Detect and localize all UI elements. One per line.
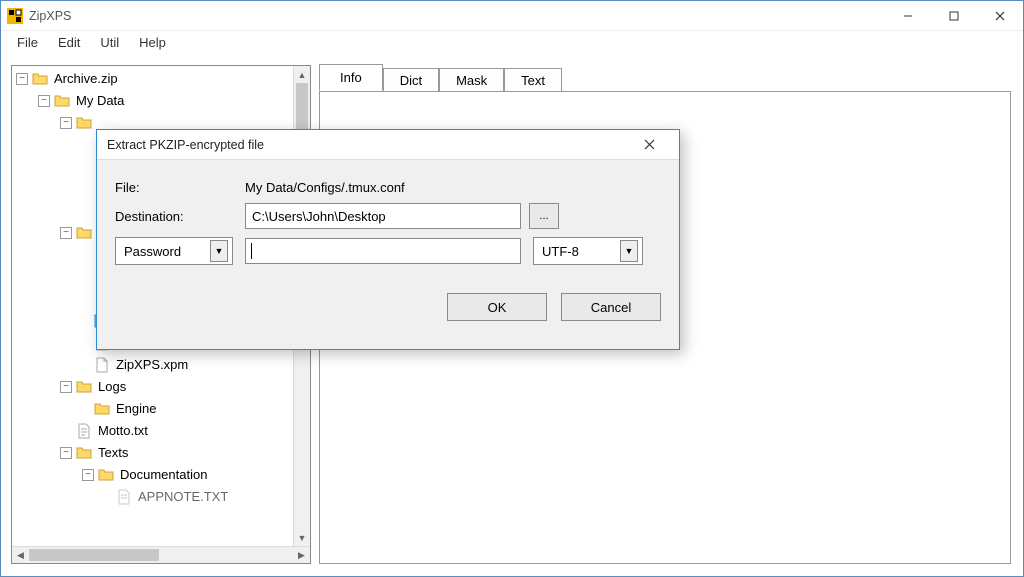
dialog-row-destination: Destination: ... xyxy=(115,203,661,229)
tree-item-motto[interactable]: Motto.txt xyxy=(16,420,310,442)
tree-item-archive[interactable]: − Archive.zip xyxy=(16,68,310,90)
text-file-icon xyxy=(76,423,92,439)
tree-item-mydata[interactable]: − My Data xyxy=(16,90,310,112)
scroll-down-icon[interactable]: ▼ xyxy=(294,529,310,546)
dialog-row-file: File: My Data/Configs/.tmux.conf xyxy=(115,180,661,195)
auth-mode-select[interactable]: Password ▼ xyxy=(115,237,233,265)
destination-input[interactable] xyxy=(245,203,521,229)
destination-label: Destination: xyxy=(115,209,245,224)
collapse-icon[interactable]: − xyxy=(16,73,28,85)
menu-help[interactable]: Help xyxy=(129,32,176,53)
scroll-right-icon[interactable]: ▶ xyxy=(293,547,310,564)
tree-item-texts[interactable]: − Texts xyxy=(16,442,310,464)
tabstrip: Info Dict Mask Text xyxy=(319,65,1011,91)
menu-edit[interactable]: Edit xyxy=(48,32,90,53)
collapse-icon[interactable]: − xyxy=(60,447,72,459)
chevron-down-icon: ▼ xyxy=(210,240,228,262)
maximize-button[interactable] xyxy=(931,1,977,31)
text-caret xyxy=(251,243,252,259)
tree-item-zipxpsxpm[interactable]: ZipXPS.xpm xyxy=(16,354,310,376)
ok-button[interactable]: OK xyxy=(447,293,547,321)
auth-mode-value: Password xyxy=(124,244,181,259)
folder-icon xyxy=(76,225,92,241)
titlebar: ZipXPS xyxy=(1,1,1023,31)
horizontal-scrollbar[interactable]: ◀ ▶ xyxy=(12,546,310,563)
tab-text[interactable]: Text xyxy=(504,68,562,92)
text-file-icon xyxy=(116,489,132,505)
tab-mask[interactable]: Mask xyxy=(439,68,504,92)
collapse-icon[interactable]: − xyxy=(60,117,72,129)
minimize-button[interactable] xyxy=(885,1,931,31)
tree-item-documentation[interactable]: − Documentation xyxy=(16,464,310,486)
dialog-titlebar[interactable]: Extract PKZIP-encrypted file xyxy=(97,130,679,160)
collapse-icon[interactable]: − xyxy=(38,95,50,107)
tab-info[interactable]: Info xyxy=(319,64,383,91)
folder-icon xyxy=(98,467,114,483)
folder-icon xyxy=(32,71,48,87)
file-value: My Data/Configs/.tmux.conf xyxy=(245,180,405,195)
dialog-title: Extract PKZIP-encrypted file xyxy=(107,138,264,152)
folder-icon xyxy=(94,401,110,417)
extract-dialog: Extract PKZIP-encrypted file File: My Da… xyxy=(96,129,680,350)
file-icon xyxy=(94,357,110,373)
tree-item-engine[interactable]: Engine xyxy=(16,398,310,420)
dialog-row-password: Password ▼ UTF-8 ▼ xyxy=(115,237,661,265)
window-title: ZipXPS xyxy=(29,9,71,23)
encoding-value: UTF-8 xyxy=(542,244,579,259)
scroll-left-icon[interactable]: ◀ xyxy=(12,547,29,564)
close-button[interactable] xyxy=(977,1,1023,31)
file-label: File: xyxy=(115,180,245,195)
password-input[interactable] xyxy=(245,238,521,264)
scroll-up-icon[interactable]: ▲ xyxy=(294,66,310,83)
menu-util[interactable]: Util xyxy=(90,32,129,53)
tab-dict[interactable]: Dict xyxy=(383,68,439,92)
folder-icon xyxy=(76,445,92,461)
browse-button[interactable]: ... xyxy=(529,203,559,229)
folder-icon xyxy=(76,115,92,131)
menu-file[interactable]: File xyxy=(7,32,48,53)
chevron-down-icon: ▼ xyxy=(620,240,638,262)
folder-icon xyxy=(76,379,92,395)
scroll-thumb[interactable] xyxy=(29,549,159,561)
dialog-close-button[interactable] xyxy=(629,130,669,160)
app-icon xyxy=(7,8,23,24)
menubar: File Edit Util Help xyxy=(1,31,1023,55)
folder-icon xyxy=(54,93,70,109)
collapse-icon[interactable]: − xyxy=(60,227,72,239)
tree-item-appnote[interactable]: APPNOTE.TXT xyxy=(16,486,310,508)
cancel-button[interactable]: Cancel xyxy=(561,293,661,321)
collapse-icon[interactable]: − xyxy=(60,381,72,393)
encoding-select[interactable]: UTF-8 ▼ xyxy=(533,237,643,265)
tree-item-logs[interactable]: − Logs xyxy=(16,376,310,398)
collapse-icon[interactable]: − xyxy=(82,469,94,481)
